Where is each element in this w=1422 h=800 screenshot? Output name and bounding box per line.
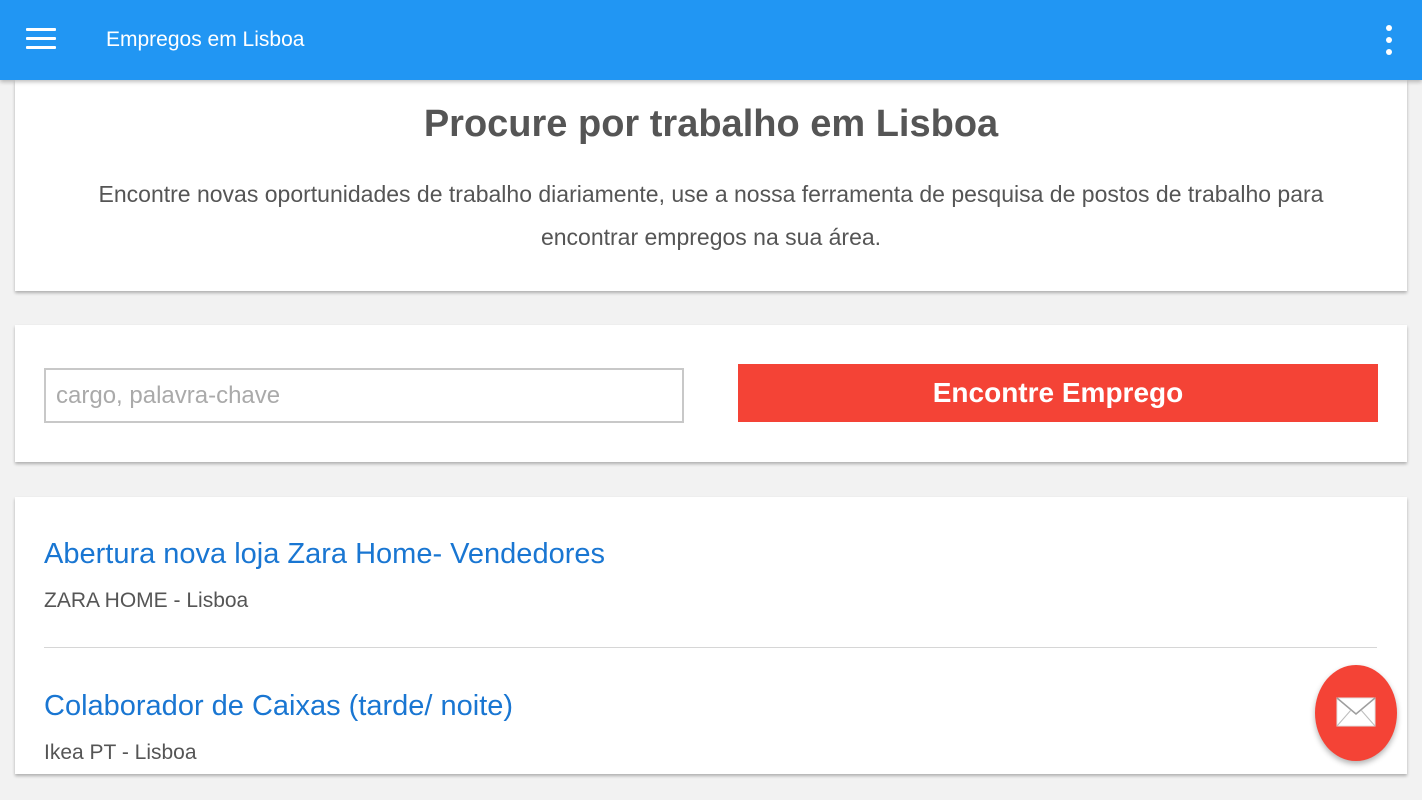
find-job-button[interactable]: Encontre Emprego: [738, 364, 1378, 422]
search-input[interactable]: [44, 368, 684, 423]
app-title: Empregos em Lisboa: [106, 28, 305, 51]
hamburger-menu-icon[interactable]: [26, 26, 56, 52]
job-company-location: Ikea PT - Lisboa: [44, 741, 197, 764]
list-divider: [44, 647, 1377, 648]
app-bar: Empregos em Lisboa: [0, 0, 1422, 80]
job-title-link[interactable]: Abertura nova loja Zara Home- Vendedores: [44, 536, 605, 572]
more-vert-icon[interactable]: [1377, 22, 1401, 58]
intro-description: Encontre novas oportunidades de trabalho…: [98, 181, 1324, 250]
page-title: Procure por trabalho em Lisboa: [423, 103, 999, 145]
job-company-location: ZARA HOME - Lisboa: [44, 589, 249, 612]
contact-fab-button[interactable]: [1315, 665, 1397, 761]
envelope-icon: [1336, 697, 1376, 727]
job-title-link[interactable]: Colaborador de Caixas (tarde/ noite): [44, 688, 513, 724]
